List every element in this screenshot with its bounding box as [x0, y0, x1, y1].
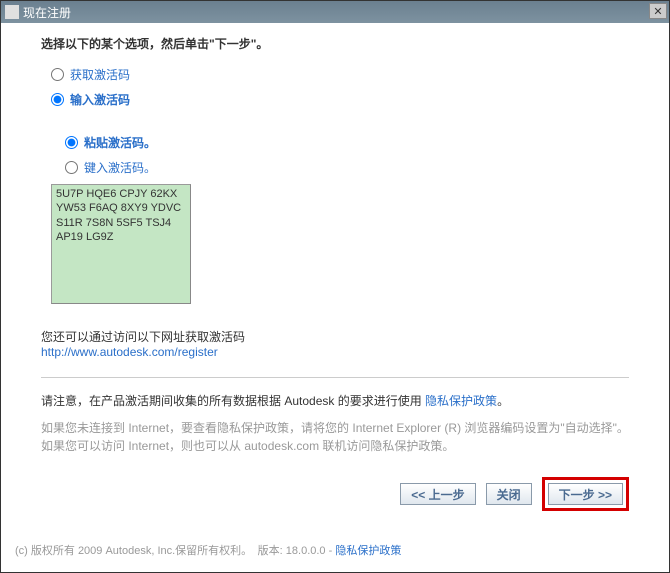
radio-paste-code-label: 粘贴激活码。 [84, 134, 156, 151]
url-help-text: 您还可以通过访问以下网址获取激活码 [41, 328, 629, 345]
ie-encoding-notice: 如果您未连接到 Internet，要查看隐私保护政策，请将您的 Internet… [41, 419, 629, 455]
content-area: 选择以下的某个选项，然后单击"下一步"。 获取激活码 输入激活码 粘贴激活码。 … [1, 23, 669, 572]
privacy-notice: 请注意，在产品激活期间收集的所有数据根据 Autodesk 的要求进行使用 隐私… [41, 392, 629, 409]
next-button-highlight: 下一步 >> [542, 477, 629, 511]
radio-enter-code[interactable] [51, 93, 64, 106]
radio-get-code[interactable] [51, 68, 64, 81]
radio-paste-code[interactable] [65, 136, 78, 149]
activation-code-textarea[interactable] [51, 184, 191, 304]
privacy-notice-prefix: 请注意，在产品激活期间收集的所有数据根据 Autodesk 的要求进行使用 [41, 394, 425, 408]
close-button[interactable]: 关闭 [486, 483, 532, 505]
radio-get-code-row[interactable]: 获取激活码 [51, 66, 629, 83]
copyright-text: (c) 版权所有 2009 Autodesk, Inc.保留所有权利。 版本: … [15, 545, 335, 557]
radio-type-code[interactable] [65, 161, 78, 174]
back-button[interactable]: << 上一步 [400, 483, 475, 505]
radio-type-row[interactable]: 键入激活码。 [65, 159, 629, 176]
footer: (c) 版权所有 2009 Autodesk, Inc.保留所有权利。 版本: … [15, 542, 401, 558]
privacy-link[interactable]: 隐私保护政策 [425, 394, 497, 408]
registration-window: 现在注册 ✕ 选择以下的某个选项，然后单击"下一步"。 获取激活码 输入激活码 … [0, 0, 670, 573]
window-title: 现在注册 [23, 4, 71, 21]
radio-enter-code-label: 输入激活码 [70, 91, 130, 108]
privacy-notice-suffix: 。 [497, 394, 509, 408]
radio-paste-row[interactable]: 粘贴激活码。 [65, 134, 629, 151]
register-url-link[interactable]: http://www.autodesk.com/register [41, 345, 218, 359]
titlebar: 现在注册 ✕ [1, 1, 669, 23]
button-row: << 上一步 关闭 下一步 >> [41, 477, 629, 511]
radio-type-code-label: 键入激活码。 [84, 159, 156, 176]
instruction-text: 选择以下的某个选项，然后单击"下一步"。 [41, 35, 629, 52]
close-icon[interactable]: ✕ [649, 3, 667, 19]
url-block: 您还可以通过访问以下网址获取激活码 http://www.autodesk.co… [41, 328, 629, 359]
radio-get-code-label: 获取激活码 [70, 66, 130, 83]
radio-enter-code-row[interactable]: 输入激活码 [51, 91, 629, 108]
app-icon [5, 5, 19, 19]
next-button[interactable]: 下一步 >> [548, 483, 623, 505]
footer-privacy-link[interactable]: 隐私保护政策 [335, 545, 401, 557]
divider [41, 377, 629, 378]
